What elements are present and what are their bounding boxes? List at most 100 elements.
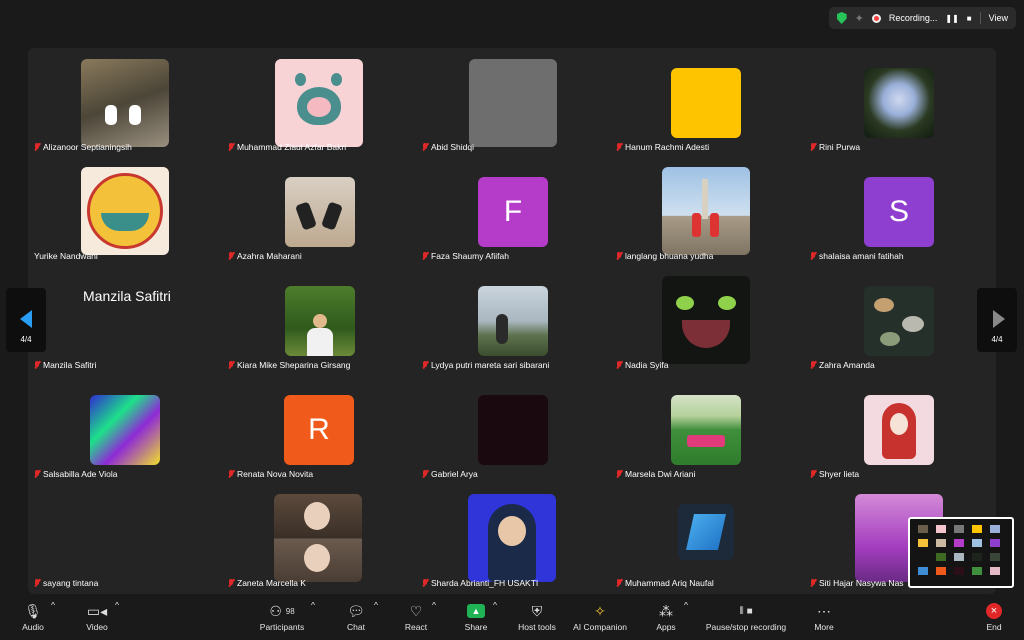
- participant-tile[interactable]: Sharda Abrianti_FH USAKTI: [416, 484, 610, 593]
- pause-recording-icon[interactable]: ❚❚: [945, 14, 958, 23]
- previous-page-button[interactable]: 4/4: [6, 288, 46, 352]
- participant-name: Zahra Amanda: [810, 360, 875, 370]
- end-call-icon: ×: [986, 603, 1002, 619]
- audio-button[interactable]: 🎙︎ Audio: [14, 600, 52, 633]
- apps-button[interactable]: ⁂ Apps: [648, 600, 684, 633]
- participant-tile[interactable]: Abid Shidqi: [416, 48, 610, 157]
- participant-tile[interactable]: Shyer lieta: [804, 375, 996, 484]
- participant-avatar-initial: F: [478, 177, 548, 247]
- mic-muted-icon: [422, 360, 428, 370]
- mic-muted-icon: [228, 142, 234, 152]
- participant-tile[interactable]: Nadia Syifa: [610, 266, 804, 375]
- participant-avatar-initial: S: [864, 177, 934, 247]
- pause-stop-recording-button[interactable]: ⦀ ■ Pause/stop recording: [700, 600, 792, 633]
- participant-tile[interactable]: langlang bhuana yudha: [610, 157, 804, 266]
- mic-muted-icon: [422, 578, 428, 588]
- video-options-caret-icon[interactable]: ^: [115, 600, 119, 610]
- share-button[interactable]: ▲ Share: [458, 600, 494, 632]
- participant-tile[interactable]: F Faza Shaumy Afiifah: [416, 157, 610, 266]
- participant-tile[interactable]: Muhammad Ziaul Azfar Bakri: [222, 48, 416, 157]
- encryption-shield-icon[interactable]: [836, 12, 847, 24]
- host-tools-button[interactable]: ⛨ Host tools: [512, 600, 562, 633]
- participant-tile[interactable]: Yurike Nandwani: [28, 157, 222, 266]
- chat-button[interactable]: 💬︎ Chat: [338, 600, 374, 633]
- participant-tile[interactable]: Alizanoor Septianingsih: [28, 48, 222, 157]
- chat-options-caret-icon[interactable]: ^: [374, 600, 378, 610]
- participant-name: Sharda Abrianti_FH USAKTI: [422, 578, 538, 588]
- participant-tile[interactable]: Muhammad Ariq Naufal: [610, 484, 804, 593]
- participant-name: Salsabilla Ade Viola: [34, 469, 118, 479]
- participant-name: Marsela Dwi Ariani: [616, 469, 695, 479]
- view-button[interactable]: View: [989, 13, 1008, 23]
- mic-muted-icon: [616, 360, 622, 370]
- recording-label: Recording...: [888, 13, 938, 23]
- participant-name: langlang bhuana yudha: [616, 251, 713, 261]
- chat-label: Chat: [347, 622, 365, 632]
- react-button[interactable]: ♡ React: [398, 600, 434, 633]
- more-ellipsis-icon: ⋯: [817, 602, 831, 619]
- participant-avatar: [274, 494, 362, 582]
- participant-name: Siti Hajar Nasywa Nas: [810, 578, 904, 588]
- chat-bubble-icon: 💬︎: [347, 602, 365, 619]
- participant-avatar: [468, 494, 556, 582]
- pause-stop-label: Pause/stop recording: [705, 622, 787, 632]
- participant-avatar: [275, 59, 363, 147]
- mic-muted-icon: [810, 142, 816, 152]
- participant-tile[interactable]: Zaneta Marcella K: [222, 484, 416, 593]
- next-page-button[interactable]: 4/4: [977, 288, 1017, 352]
- participant-avatar: [662, 167, 750, 255]
- participant-name: Renata Nova Novita: [228, 469, 313, 479]
- participant-tile[interactable]: Marsela Dwi Ariani: [610, 375, 804, 484]
- participant-name: shalaisa amani fatihah: [810, 251, 904, 261]
- mic-muted-icon: [616, 578, 622, 588]
- mic-muted-icon: [810, 469, 816, 479]
- mic-muted-icon: [228, 578, 234, 588]
- participant-tile[interactable]: Lydya putri mareta sari sibarani: [416, 266, 610, 375]
- participant-tile[interactable]: Gabriel Arya: [416, 375, 610, 484]
- participants-button[interactable]: ⚇ 98 Participants: [252, 600, 312, 633]
- participant-tile[interactable]: Kiara Mike Sheparina Girsang: [222, 266, 416, 375]
- participant-avatar: [478, 395, 548, 465]
- participant-tile[interactable]: R Renata Nova Novita: [222, 375, 416, 484]
- more-button[interactable]: ⋯ More: [806, 600, 842, 633]
- self-view-minimap[interactable]: [908, 517, 1014, 588]
- mic-muted-icon: [34, 469, 40, 479]
- ai-companion-label: AI Companion: [573, 622, 627, 632]
- top-bar: ✦ Recording... ❚❚ ■ View: [0, 0, 1024, 36]
- participant-tile[interactable]: Manzila Safitri Manzila Safitri: [28, 266, 222, 375]
- participant-tile[interactable]: Zahra Amanda: [804, 266, 996, 375]
- video-button[interactable]: ▭◂ Video: [78, 600, 116, 633]
- mic-muted-icon: [228, 360, 234, 370]
- apps-options-caret-icon[interactable]: ^: [684, 600, 688, 610]
- participant-tile[interactable]: Azahra Maharani: [222, 157, 416, 266]
- sparkle-icon: ✧: [594, 602, 606, 619]
- share-label: Share: [464, 622, 488, 632]
- participants-options-caret-icon[interactable]: ^: [311, 600, 315, 610]
- mic-muted-icon: [34, 360, 40, 370]
- participant-tile[interactable]: Hanum Rachmi Adesti: [610, 48, 804, 157]
- page-indicator: 4/4: [20, 335, 32, 344]
- end-meeting-button[interactable]: × End: [976, 600, 1012, 632]
- participant-avatar-initial: R: [284, 395, 354, 465]
- participant-avatar: [81, 167, 169, 255]
- share-options-caret-icon[interactable]: ^: [493, 600, 497, 610]
- arrow-right-icon: [993, 310, 1005, 328]
- audio-options-caret-icon[interactable]: ^: [51, 600, 55, 610]
- participant-name: Kiara Mike Sheparina Girsang: [228, 360, 350, 370]
- participant-tile[interactable]: sayang tintana: [28, 484, 222, 593]
- mic-muted-icon: [616, 251, 622, 261]
- react-options-caret-icon[interactable]: ^: [432, 600, 436, 610]
- pause-stop-icon: ⦀ ■: [739, 605, 753, 617]
- more-label: More: [814, 622, 834, 632]
- participant-tile[interactable]: Rini Purwa: [804, 48, 996, 157]
- mic-muted-icon: [228, 251, 234, 261]
- participant-tile[interactable]: Salsabilla Ade Viola: [28, 375, 222, 484]
- apps-label: Apps: [656, 622, 676, 632]
- participant-name: Alizanoor Septianingsih: [34, 142, 132, 152]
- ai-companion-button[interactable]: ✧ AI Companion: [568, 600, 632, 633]
- arrow-left-icon: [20, 310, 32, 328]
- ai-sparkle-icon[interactable]: ✦: [855, 12, 864, 25]
- participant-tile[interactable]: S shalaisa amani fatihah: [804, 157, 996, 266]
- mic-muted-icon: [810, 360, 816, 370]
- stop-recording-icon[interactable]: ■: [967, 14, 972, 23]
